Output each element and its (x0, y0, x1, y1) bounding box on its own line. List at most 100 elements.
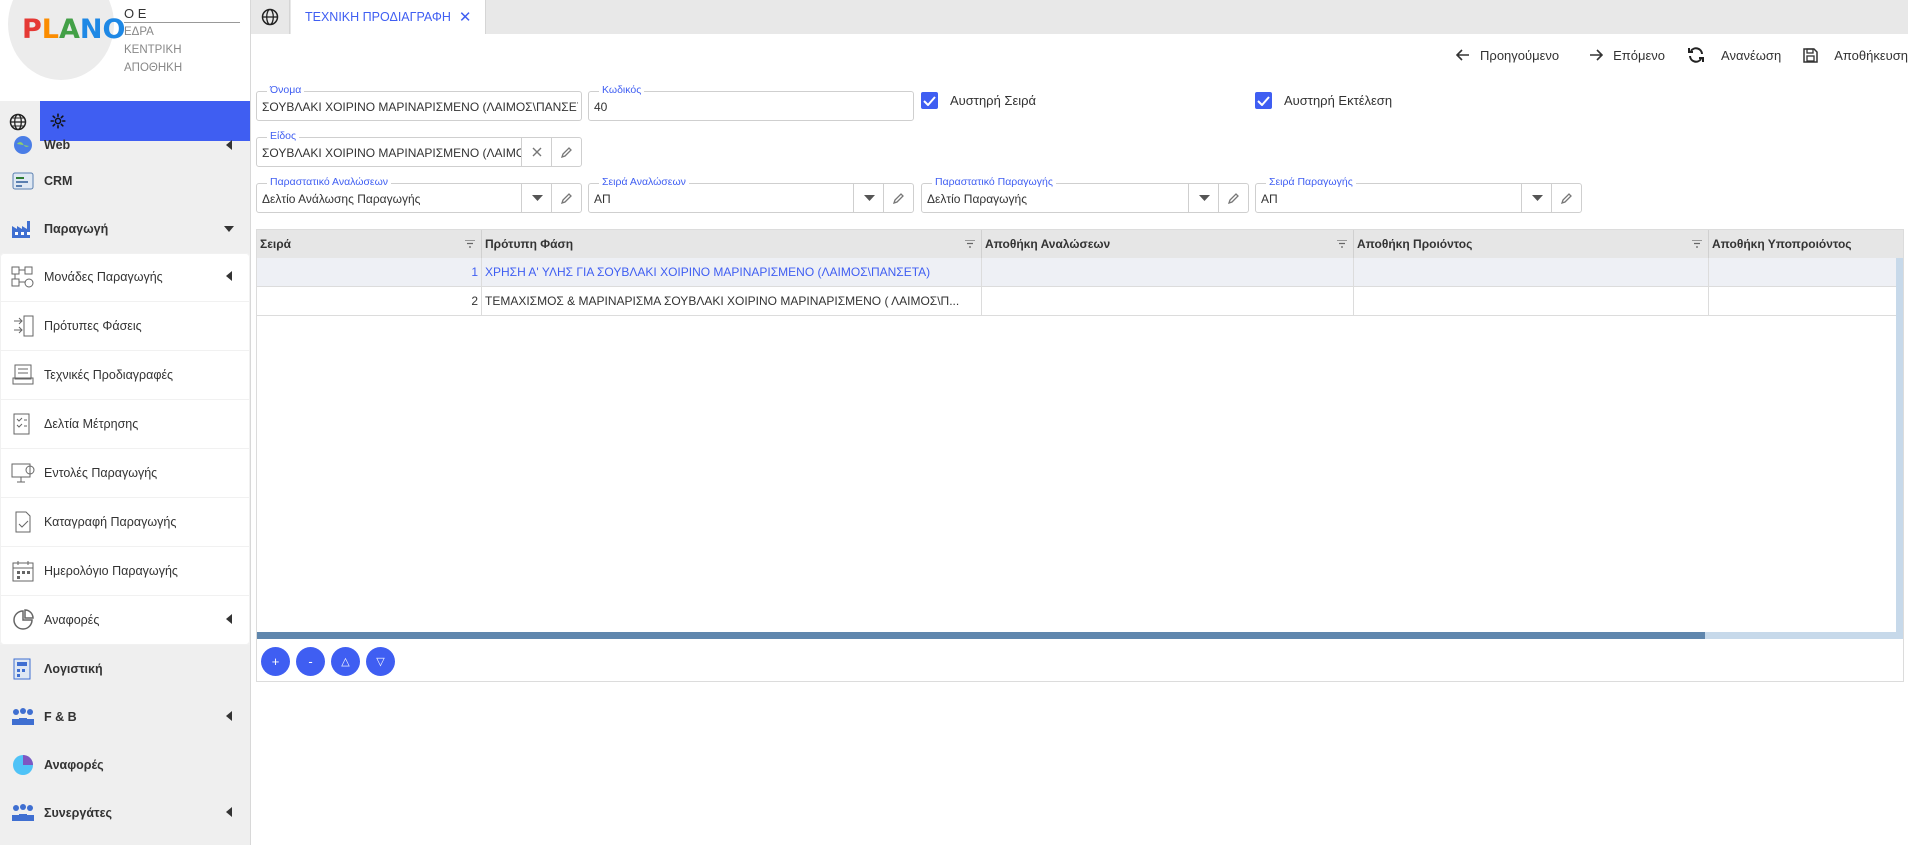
consumption-series-select[interactable]: Σειρά Αναλώσεων ΑΠ (588, 176, 914, 213)
name-field-value: ΣΟΥΒΛΑΚΙ ΧΟΙΡΙΝΟ ΜΑΡΙΝΑΡΙΣΜΕΝΟ (ΛΑΙΜΟΣ\Π… (262, 100, 578, 114)
grid-footer (256, 634, 1904, 682)
add-row-button[interactable]: + (261, 647, 290, 676)
move-up-button[interactable]: △ (331, 647, 360, 676)
consumption-series-label: Σειρά Αναλώσεων (599, 176, 689, 189)
filter-icon[interactable] (1692, 240, 1702, 248)
next-button[interactable]: Επόμενο (1589, 48, 1665, 63)
production-series-select[interactable]: Σειρά Παραγωγής ΑΠ (1255, 176, 1582, 213)
company-info[interactable]: O E ΕΔΡΑ ΚΕΝΤΡΙΚΗ ΑΠΟΘΗΚΗ (124, 6, 240, 77)
sidebar-item-fnb[interactable]: F & B (0, 693, 250, 741)
edit-button[interactable] (1551, 184, 1582, 212)
refresh-label: Ανανέωση (1721, 47, 1782, 63)
sidebar-item-label: F & B (44, 710, 77, 724)
item-field[interactable]: Είδος ΣΟΥΒΛΑΚΙ ΧΟΙΡΙΝΟ ΜΑΡΙΝΑΡΙΣΜΕΝΟ (ΛΑ… (256, 130, 582, 167)
sidebar-item-production-units[interactable]: Μονάδες Παραγωγής (0, 253, 250, 302)
sidebar: PLANO O E ΕΔΡΑ ΚΕΝΤΡΙΚΗ ΑΠΟΘΗΚΗ Web CRM … (0, 0, 251, 845)
consumption-document-select[interactable]: Παραστατικό Αναλώσεων Δελτίο Ανάλωσης Πα… (256, 176, 582, 213)
sidebar-item-web[interactable]: Web (0, 133, 250, 157)
filter-icon[interactable] (965, 240, 975, 248)
sidebar-item-technical-specs[interactable]: Τεχνικές Προδιαγραφές (0, 351, 250, 400)
chevron-left-icon (226, 271, 232, 281)
cell-product-warehouse (1354, 287, 1709, 315)
fnb-icon (10, 704, 36, 730)
factory-icon (10, 216, 36, 242)
edit-button[interactable] (551, 138, 582, 166)
production-document-label: Παραστατικό Παραγωγής (932, 176, 1056, 189)
sidebar-item-accounting[interactable]: Λογιστική (0, 645, 250, 693)
filter-icon[interactable] (1337, 240, 1347, 248)
sidebar-item-partners[interactable]: Συνεργάτες (0, 789, 250, 837)
sidebar-item-production-recording[interactable]: Καταγραφή Παραγωγής (0, 498, 250, 547)
measurement-icon (10, 411, 36, 437)
save-button[interactable]: Αποθήκευση (1803, 48, 1908, 63)
close-icon[interactable]: ✕ (459, 8, 472, 26)
table-row[interactable]: 2 ΤΕΜΑΧΙΣΜΟΣ & ΜΑΡΙΝΑΡΙΣΜΑ ΣΟΥΒΛΑΚΙ ΧΟΙΡ… (257, 287, 1903, 316)
dropdown-button[interactable] (853, 184, 884, 212)
globe-icon[interactable] (251, 0, 290, 34)
chevron-left-icon (226, 807, 232, 817)
checkbox-checked-icon[interactable] (1255, 92, 1272, 109)
pencil-icon (561, 193, 572, 204)
vertical-scrollbar[interactable] (1896, 258, 1903, 632)
edit-button[interactable] (1218, 184, 1249, 212)
code-field[interactable]: Κωδικός 40 (588, 84, 914, 121)
table-row[interactable]: 1 ΧΡΗΣΗ Α' ΥΛΗΣ ΓΙΑ ΣΟΥΒΛΑΚΙ ΧΟΙΡΙΝΟ ΜΑΡ… (257, 258, 1903, 287)
sidebar-item-production-reports[interactable]: Αναφορές (0, 596, 250, 645)
clear-button[interactable] (521, 138, 552, 166)
logo-block: PLANO O E ΕΔΡΑ ΚΕΝΤΡΙΚΗ ΑΠΟΘΗΚΗ (0, 0, 250, 101)
move-down-button[interactable]: ▽ (366, 647, 395, 676)
production-document-value: Δελτίο Παραγωγής (927, 192, 1027, 206)
column-header-product-warehouse[interactable]: Αποθήκη Προιόντος (1354, 230, 1709, 258)
chevron-left-icon (226, 614, 232, 624)
cell-product-warehouse (1354, 258, 1709, 286)
tab-technical-spec[interactable]: ΤΕΧΝΙΚΗ ΠΡΟΔΙΑΓΡΑΦΗ ✕ (291, 0, 487, 34)
filter-icon[interactable] (465, 240, 475, 248)
remove-row-button[interactable]: - (296, 647, 325, 676)
strict-order-checkbox[interactable]: Αυστηρή Σειρά (921, 92, 1036, 109)
dropdown-button[interactable] (521, 184, 552, 212)
sidebar-item-production[interactable]: Παραγωγή (0, 205, 250, 253)
save-icon (1803, 47, 1818, 63)
name-field[interactable]: Όνομα ΣΟΥΒΛΑΚΙ ΧΟΙΡΙΝΟ ΜΑΡΙΝΑΡΙΣΜΕΝΟ (ΛΑ… (256, 84, 582, 121)
column-header-order[interactable]: Σειρά (257, 230, 482, 258)
sidebar-item-measurement-slips[interactable]: Δελτία Μέτρησης (0, 400, 250, 449)
sidebar-item-crm[interactable]: CRM (0, 157, 250, 205)
dropdown-button[interactable] (1521, 184, 1552, 212)
grid-header: Σειρά Πρότυπη Φάση Αποθήκη Αναλώσεων Απο… (257, 230, 1903, 258)
strict-order-label: Αυστηρή Σειρά (950, 93, 1037, 108)
logo-letter: A (59, 14, 80, 45)
arrow-left-icon (1456, 49, 1470, 61)
edit-button[interactable] (551, 184, 582, 212)
sidebar-item-production-orders[interactable]: Εντολές Παραγωγής (0, 449, 250, 498)
sidebar-item-label: CRM (44, 174, 73, 188)
partners-icon (10, 800, 36, 826)
column-header-consumption-warehouse[interactable]: Αποθήκη Αναλώσεων (982, 230, 1354, 258)
dropdown-button[interactable] (1188, 184, 1219, 212)
sidebar-menu: Web CRM Παραγωγή Μονάδες Παραγωγής Πρότυ… (0, 136, 250, 837)
edit-button[interactable] (883, 184, 914, 212)
production-series-value: ΑΠ (1261, 192, 1278, 206)
cell-template-phase: ΧΡΗΣΗ Α' ΥΛΗΣ ΓΙΑ ΣΟΥΒΛΑΚΙ ΧΟΙΡΙΝΟ ΜΑΡΙΝ… (482, 258, 982, 286)
strict-execution-checkbox[interactable]: Αυστηρή Εκτέλεση (1255, 92, 1392, 109)
column-header-byproduct-warehouse[interactable]: Αποθήκη Υποπροιόντος (1709, 230, 1903, 258)
sidebar-item-production-calendar[interactable]: Ημερολόγιο Παραγωγής (0, 547, 250, 596)
item-field-label: Είδος (267, 130, 300, 143)
company-location: ΚΕΝΤΡΙΚΗ (124, 44, 182, 56)
sidebar-item-label: Web (44, 138, 71, 152)
refresh-button[interactable]: Ανανέωση (1687, 47, 1781, 63)
production-document-select[interactable]: Παραστατικό Παραγωγής Δελτίο Παραγωγής (921, 176, 1249, 213)
sidebar-item-template-phases[interactable]: Πρότυπες Φάσεις (0, 302, 250, 351)
globe-icon[interactable] (9, 113, 27, 131)
sidebar-item-label: Λογιστική (44, 662, 103, 676)
checkbox-checked-icon[interactable] (921, 92, 938, 109)
pencil-icon (561, 147, 572, 158)
column-header-template-phase[interactable]: Πρότυπη Φάση (482, 230, 982, 258)
tab-bar: ΤΕΧΝΙΚΗ ΠΡΟΔΙΑΓΡΑΦΗ ✕ (251, 0, 1908, 34)
previous-button[interactable]: Προηγούμενο (1456, 48, 1559, 63)
production-series-label: Σειρά Παραγωγής (1266, 176, 1356, 189)
sidebar-item-reports[interactable]: Αναφορές (0, 741, 250, 789)
cell-order: 2 (257, 287, 482, 315)
logo-letter: L (41, 14, 60, 45)
column-header-label: Αποθήκη Υποπροιόντος (1712, 237, 1852, 251)
column-header-label: Αποθήκη Προιόντος (1357, 237, 1473, 251)
